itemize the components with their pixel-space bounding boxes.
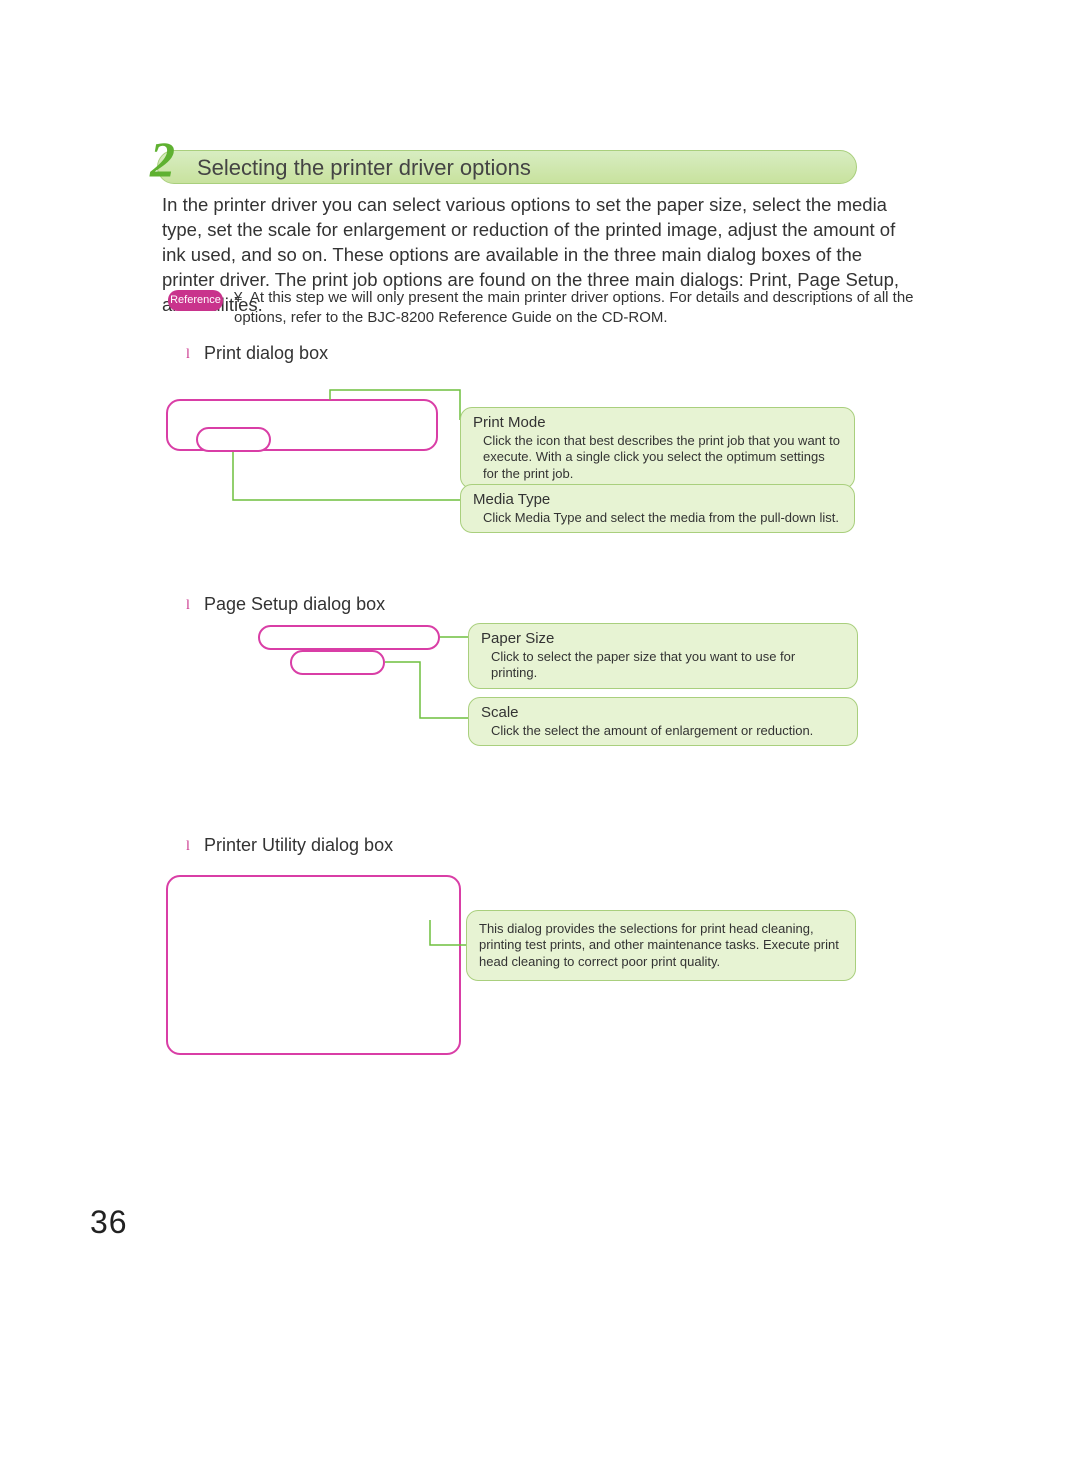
callout-media-type: Media Type Click Media Type and select t…: [460, 484, 855, 533]
dialog-field-paper-size: [258, 625, 440, 650]
callout-body: Click Media Type and select the media fr…: [473, 510, 842, 526]
step-number: 2: [150, 130, 175, 188]
callout-print-mode: Print Mode Click the icon that best desc…: [460, 407, 855, 489]
page-number: 36: [90, 1204, 128, 1241]
dialog-field-scale: [290, 650, 385, 675]
reference-bullet: ¥: [234, 289, 242, 306]
callout-scale: Scale Click the select the amount of enl…: [468, 697, 858, 746]
dialog-field-highlight: [196, 427, 271, 452]
callout-body: Click to select the paper size that you …: [481, 649, 845, 682]
reference-badge: Reference: [168, 290, 223, 311]
callout-body: Click the icon that best describes the p…: [473, 433, 842, 482]
step-title: Selecting the printer driver options: [197, 155, 531, 181]
reference-text: ¥ At this step we will only present the …: [234, 288, 914, 327]
callout-utility: This dialog provides the selections for …: [466, 910, 856, 981]
bullet-marker: l: [186, 598, 190, 614]
callout-head: Paper Size: [481, 630, 845, 647]
callout-body: This dialog provides the selections for …: [479, 921, 843, 970]
reference-body: At this step we will only present the ma…: [234, 289, 914, 326]
callout-head: Scale: [481, 704, 845, 721]
bullet-marker: l: [186, 347, 190, 363]
callout-body: Click the select the amount of enlargeme…: [481, 723, 845, 739]
document-page: 2 Selecting the printer driver options I…: [0, 0, 1080, 1477]
callout-head: Print Mode: [473, 414, 842, 431]
section-title-utility: Printer Utility dialog box: [204, 835, 393, 856]
callout-head: Media Type: [473, 491, 842, 508]
section-title-pagesetup: Page Setup dialog box: [204, 594, 385, 615]
callout-paper-size: Paper Size Click to select the paper siz…: [468, 623, 858, 689]
section-title-print: Print dialog box: [204, 343, 328, 364]
bullet-marker: l: [186, 839, 190, 855]
dialog-thumb-utility: [166, 875, 461, 1055]
